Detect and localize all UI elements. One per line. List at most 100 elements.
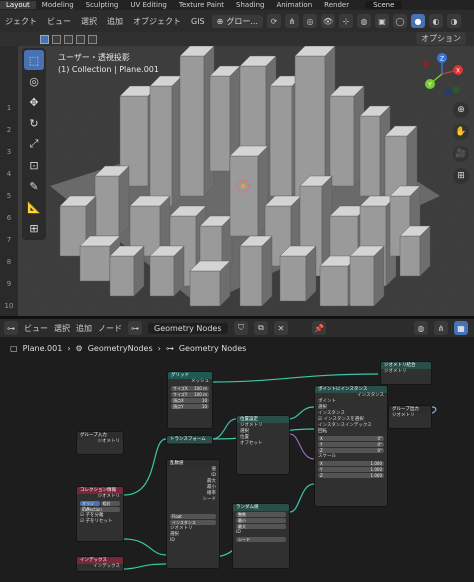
navigation-gizmo[interactable]: X Y Z [418, 52, 468, 98]
mode-original-button[interactable]: オリジナル [80, 501, 100, 511]
menu-object[interactable]: ジェクト [2, 16, 40, 27]
gizmo-icon[interactable]: ⊹ [338, 14, 353, 28]
xray-icon[interactable]: ▣ [374, 14, 389, 28]
node-menu-view[interactable]: ビュー [24, 323, 48, 334]
snap-icon[interactable]: ⋔ [284, 14, 299, 28]
scene-selector[interactable]: Scene [365, 1, 403, 9]
breadcrumb-tree[interactable]: Geometry Nodes [179, 344, 246, 353]
scale-z-field[interactable]: Z 1.000 [318, 473, 384, 478]
add-cube-icon[interactable]: ⊞ [24, 218, 44, 238]
workspace-tab-sculpting[interactable]: Sculpting [80, 1, 125, 9]
select-box-icon[interactable]: ⬚ [24, 50, 44, 70]
workspace-tab-texture-paint[interactable]: Texture Paint [173, 1, 230, 9]
cursor-icon[interactable]: ◎ [24, 71, 44, 91]
mode-relative-button[interactable]: 相対 [100, 501, 120, 506]
node-random-value[interactable]: 乱数値 値 ID 最大 最小 確率 シード Float インスタンス ジオメトリ… [166, 459, 220, 569]
select-mode-extend-icon[interactable] [52, 34, 61, 44]
ortho-grid-icon[interactable]: ⊞ [453, 168, 469, 184]
measure-icon[interactable]: 📐 [24, 197, 44, 217]
zoom-icon[interactable]: ⊕ [453, 102, 469, 118]
rotation-y-field[interactable]: Y 0° [318, 442, 384, 447]
rotation-x-field[interactable]: X 0° [318, 436, 384, 441]
random-pick-max-field[interactable]: 最大 [236, 524, 286, 529]
shading-solid-icon[interactable]: ● [410, 14, 425, 28]
shading-wire-icon[interactable]: ◯ [392, 14, 407, 28]
select-mode-intersect-icon[interactable] [88, 34, 97, 44]
random-pick-seed-field[interactable]: シード [236, 537, 286, 542]
scale-x-field[interactable]: X 1.000 [318, 461, 384, 466]
menu-add[interactable]: 追加 [104, 16, 126, 27]
node-menu-add[interactable]: 追加 [76, 323, 92, 334]
overlay-icon[interactable]: ◍ [356, 14, 371, 28]
random-pick-type-dropdown[interactable]: 整数 [236, 512, 286, 517]
workspace-tab-animation[interactable]: Animation [270, 1, 318, 9]
node-menu-node[interactable]: ノード [98, 323, 122, 334]
random-domain-dropdown[interactable]: インスタンス [170, 520, 216, 525]
node-instance-on-points[interactable]: ポイントにインスタンス インスタンス ポイント 選択 インスタンス ☑ インスタ… [314, 385, 388, 507]
3d-viewport[interactable] [0, 46, 474, 316]
scale-y-field[interactable]: Y 1.000 [318, 467, 384, 472]
proportional-icon[interactable]: ◎ [302, 14, 317, 28]
random-pick-min-field[interactable]: 最小 [236, 518, 286, 523]
transform-icon[interactable]: ⊡ [24, 155, 44, 175]
menu-gis[interactable]: GIS [188, 17, 208, 26]
workspace-tab-uv-editing[interactable]: UV Editing [124, 1, 173, 9]
node-canvas[interactable]: グリッド メッシュ サイズX 100 m サイズY 100 m 頂点X 10 頂点Y 1… [0, 359, 474, 582]
node-transform[interactable]: トランスフォーム [166, 435, 213, 445]
visibility-icon[interactable]: 👁 [320, 14, 335, 28]
shading-material-icon[interactable]: ◐ [428, 14, 443, 28]
grid-size-y-field[interactable]: サイズY 100 m [171, 392, 209, 397]
grid-size-x-field[interactable]: サイズX 100 m [171, 386, 209, 391]
transform-orientation-dropdown[interactable]: ⊕ グロー... [211, 14, 263, 28]
menu-object-2[interactable]: オブジェクト [130, 16, 184, 27]
workspace-tab-modeling[interactable]: Modeling [36, 1, 80, 9]
scale-icon[interactable]: ⤢ [24, 134, 44, 154]
options-dropdown[interactable]: オプション [416, 32, 466, 45]
pan-hand-icon[interactable]: ✋ [453, 124, 469, 140]
rotate-icon[interactable]: ↻ [24, 113, 44, 133]
chevron-right-icon: › [157, 343, 161, 353]
random-type-dropdown[interactable]: Float [170, 514, 216, 519]
camera-icon[interactable]: 🎥 [453, 146, 469, 162]
editor-type-icon[interactable]: ⊶ [4, 321, 18, 335]
shading-render-icon[interactable]: ◑ [446, 14, 461, 28]
collection-field[interactable]: Collection [80, 507, 120, 512]
node-collection-info[interactable]: コレクション情報 ジオメトリ オリジナル 相対 Collection ☑ 子を分… [76, 486, 124, 542]
node-sidebar-icon[interactable]: ▦ [454, 321, 468, 335]
pivot-icon[interactable]: ⟳ [266, 14, 281, 28]
shield-icon[interactable]: ⛉ [234, 321, 248, 335]
menu-select[interactable]: 選択 [78, 16, 100, 27]
breadcrumb-modifier[interactable]: GeometryNodes [88, 344, 153, 353]
node-index[interactable]: インデックス インデックス [76, 556, 124, 572]
globe-icon: ⊕ [216, 16, 224, 26]
node-group-input[interactable]: グループ入力 ジオメトリ [76, 431, 124, 455]
duplicate-icon[interactable]: ⧉ [254, 321, 268, 335]
pin-icon[interactable]: 📌 [312, 321, 326, 335]
workspace-tab-shading[interactable]: Shading [230, 1, 270, 9]
close-icon[interactable]: ✕ [274, 321, 288, 335]
snap-node-icon[interactable]: ⋔ [434, 321, 448, 335]
workspace-tab-layout[interactable]: Layout [0, 1, 36, 9]
node-overlay-icon[interactable]: ◍ [414, 321, 428, 335]
node-random-pick[interactable]: ランダム値 整数 最小 最大 ID シード [232, 503, 290, 569]
reset-children-checkbox[interactable]: ☑ 子をリセット [77, 519, 123, 525]
grid-vertices-y-field[interactable]: 頂点Y 10 [171, 404, 209, 409]
node-tree-icon: ⊶ [165, 343, 174, 353]
menu-view[interactable]: ビュー [44, 16, 74, 27]
grid-vertices-x-field[interactable]: 頂点X 10 [171, 398, 209, 403]
node-set-position[interactable]: 位置設定 ジオメトリ 選択 位置 オフセット [236, 415, 290, 475]
select-mode-invert-icon[interactable] [76, 34, 85, 44]
node-group-output[interactable]: グループ出力 ジオメトリ [388, 405, 432, 429]
random-value-input-id: ID [170, 538, 175, 543]
annotate-icon[interactable]: ✎ [24, 176, 44, 196]
move-icon[interactable]: ✥ [24, 92, 44, 112]
node-join-geometry[interactable]: ジオメトリ結合 ジオメトリ [380, 361, 432, 385]
node-tree-selector[interactable]: Geometry Nodes [148, 322, 228, 334]
select-mode-set-icon[interactable] [40, 34, 49, 44]
node-grid[interactable]: グリッド メッシュ サイズX 100 m サイズY 100 m 頂点X 10 頂点Y 1… [167, 371, 213, 429]
breadcrumb-object[interactable]: Plane.001 [23, 344, 63, 353]
node-menu-select[interactable]: 選択 [54, 323, 70, 334]
select-mode-subtract-icon[interactable] [64, 34, 73, 44]
rotation-z-field[interactable]: Z 0° [318, 448, 384, 453]
workspace-tab-render[interactable]: Render [318, 1, 355, 9]
